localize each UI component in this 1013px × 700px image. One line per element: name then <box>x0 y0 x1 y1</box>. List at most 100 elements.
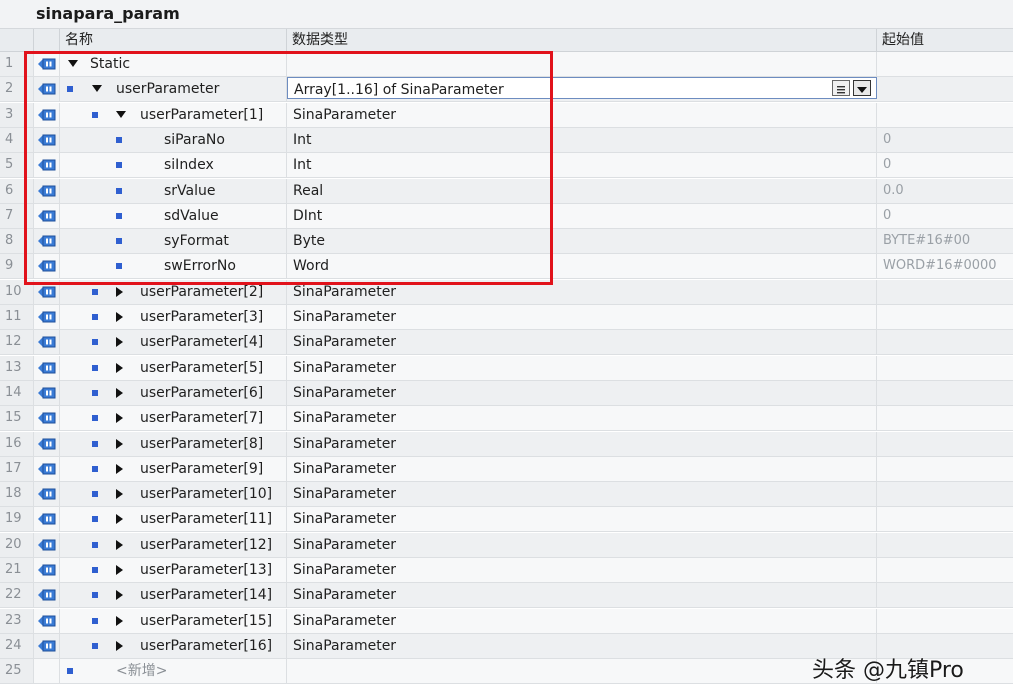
name-cell[interactable]: syFormat <box>60 229 287 253</box>
header-start-value[interactable]: 起始值 <box>877 29 1013 51</box>
start-value-cell[interactable]: 0 <box>877 153 1013 177</box>
name-cell[interactable]: userParameter <box>60 77 287 101</box>
expand-triangle-icon[interactable] <box>116 388 123 398</box>
name-cell[interactable]: userParameter[7] <box>60 406 287 430</box>
name-cell[interactable]: userParameter[16] <box>60 634 287 658</box>
start-value-cell[interactable]: WORD#16#0000 <box>877 254 1013 278</box>
name-cell[interactable]: <新增> <box>60 659 287 683</box>
name-cell[interactable]: userParameter[10] <box>60 482 287 506</box>
datatype-cell[interactable]: Int <box>287 128 877 152</box>
start-value-cell[interactable] <box>877 583 1013 607</box>
start-value-cell[interactable] <box>877 305 1013 329</box>
table-row[interactable]: 18 userParameter[10] SinaParameter <box>0 482 1013 507</box>
expand-triangle-icon[interactable] <box>116 540 123 550</box>
datatype-input[interactable]: Array[1..16] of SinaParameter <box>287 77 877 99</box>
table-row[interactable]: 4 siParaNo Int 0 <box>0 128 1013 153</box>
expand-triangle-icon[interactable] <box>116 641 123 651</box>
start-value-cell[interactable]: 0 <box>877 128 1013 152</box>
table-row[interactable]: 10 userParameter[2] SinaParameter <box>0 280 1013 305</box>
datatype-cell[interactable]: SinaParameter <box>287 558 877 582</box>
collapse-triangle-icon[interactable] <box>92 85 102 92</box>
table-row[interactable]: 14 userParameter[6] SinaParameter <box>0 381 1013 406</box>
expand-triangle-icon[interactable] <box>116 616 123 626</box>
expand-triangle-icon[interactable] <box>116 337 123 347</box>
name-cell[interactable]: userParameter[5] <box>60 356 287 380</box>
table-row[interactable]: 2 userParameter Array[1..16] of SinaParame… <box>0 77 1013 102</box>
table-row[interactable]: 15 userParameter[7] SinaParameter <box>0 406 1013 431</box>
expand-triangle-icon[interactable] <box>116 464 123 474</box>
name-cell[interactable]: userParameter[3] <box>60 305 287 329</box>
table-row[interactable]: 13 userParameter[5] SinaParameter <box>0 356 1013 381</box>
name-cell[interactable]: userParameter[1] <box>60 103 287 127</box>
datatype-cell[interactable]: Byte <box>287 229 877 253</box>
table-row[interactable]: 5 siIndex Int 0 <box>0 153 1013 178</box>
datatype-cell[interactable]: SinaParameter <box>287 634 877 658</box>
start-value-cell[interactable] <box>877 77 1013 101</box>
chevron-down-icon[interactable] <box>853 80 871 96</box>
expand-triangle-icon[interactable] <box>116 565 123 575</box>
start-value-cell[interactable] <box>877 103 1013 127</box>
name-cell[interactable]: userParameter[14] <box>60 583 287 607</box>
datatype-cell[interactable]: SinaParameter <box>287 533 877 557</box>
expand-triangle-icon[interactable] <box>116 287 123 297</box>
start-value-cell[interactable] <box>877 330 1013 354</box>
expand-triangle-icon[interactable] <box>116 363 123 373</box>
start-value-cell[interactable]: 0 <box>877 204 1013 228</box>
start-value-cell[interactable] <box>877 507 1013 531</box>
datatype-cell[interactable] <box>287 659 877 683</box>
name-cell[interactable]: userParameter[11] <box>60 507 287 531</box>
table-row[interactable]: 20 userParameter[12] SinaParameter <box>0 533 1013 558</box>
table-row[interactable]: 22 userParameter[14] SinaParameter <box>0 583 1013 608</box>
table-row[interactable]: 12 userParameter[4] SinaParameter <box>0 330 1013 355</box>
table-row[interactable]: 6 srValue Real 0.0 <box>0 179 1013 204</box>
start-value-cell[interactable] <box>877 482 1013 506</box>
table-row[interactable]: 8 syFormat Byte BYTE#16#00 <box>0 229 1013 254</box>
table-row[interactable]: 17 userParameter[9] SinaParameter <box>0 457 1013 482</box>
name-cell[interactable]: Static <box>60 52 287 76</box>
header-datatype[interactable]: 数据类型 <box>287 29 877 51</box>
expand-triangle-icon[interactable] <box>116 413 123 423</box>
expand-triangle-icon[interactable] <box>116 439 123 449</box>
datatype-cell[interactable]: Int <box>287 153 877 177</box>
table-row[interactable]: 23 userParameter[15] SinaParameter <box>0 609 1013 634</box>
start-value-cell[interactable] <box>877 381 1013 405</box>
datatype-cell[interactable]: SinaParameter <box>287 103 877 127</box>
start-value-cell[interactable] <box>877 356 1013 380</box>
collapse-triangle-icon[interactable] <box>68 60 78 67</box>
name-cell[interactable]: userParameter[4] <box>60 330 287 354</box>
datatype-cell[interactable]: SinaParameter <box>287 406 877 430</box>
datatype-cell[interactable]: SinaParameter <box>287 482 877 506</box>
datatype-cell[interactable]: SinaParameter <box>287 457 877 481</box>
table-row[interactable]: 1 Static <box>0 52 1013 77</box>
start-value-cell[interactable]: 0.0 <box>877 179 1013 203</box>
table-row[interactable]: 21 userParameter[13] SinaParameter <box>0 558 1013 583</box>
name-cell[interactable]: siIndex <box>60 153 287 177</box>
expand-triangle-icon[interactable] <box>116 489 123 499</box>
datatype-cell[interactable]: SinaParameter <box>287 280 877 304</box>
datatype-cell[interactable]: SinaParameter <box>287 609 877 633</box>
start-value-cell[interactable] <box>877 280 1013 304</box>
name-cell[interactable]: userParameter[2] <box>60 280 287 304</box>
expand-triangle-icon[interactable] <box>116 514 123 524</box>
list-icon[interactable] <box>832 80 850 96</box>
datatype-cell[interactable]: DInt <box>287 204 877 228</box>
table-row[interactable]: 11 userParameter[3] SinaParameter <box>0 305 1013 330</box>
start-value-cell[interactable] <box>877 432 1013 456</box>
datatype-dropdown[interactable] <box>832 80 872 98</box>
header-name[interactable]: 名称 <box>60 29 287 51</box>
table-row[interactable]: 7 sdValue DInt 0 <box>0 204 1013 229</box>
datatype-cell[interactable]: SinaParameter <box>287 330 877 354</box>
start-value-cell[interactable] <box>877 533 1013 557</box>
expand-triangle-icon[interactable] <box>116 312 123 322</box>
name-cell[interactable]: userParameter[12] <box>60 533 287 557</box>
start-value-cell[interactable] <box>877 52 1013 76</box>
name-cell[interactable]: siParaNo <box>60 128 287 152</box>
table-row[interactable]: 19 userParameter[11] SinaParameter <box>0 507 1013 532</box>
start-value-cell[interactable] <box>877 609 1013 633</box>
start-value-cell[interactable] <box>877 558 1013 582</box>
start-value-cell[interactable] <box>877 457 1013 481</box>
table-row[interactable]: 16 userParameter[8] SinaParameter <box>0 432 1013 457</box>
start-value-cell[interactable]: BYTE#16#00 <box>877 229 1013 253</box>
name-cell[interactable]: userParameter[9] <box>60 457 287 481</box>
name-cell[interactable]: userParameter[6] <box>60 381 287 405</box>
